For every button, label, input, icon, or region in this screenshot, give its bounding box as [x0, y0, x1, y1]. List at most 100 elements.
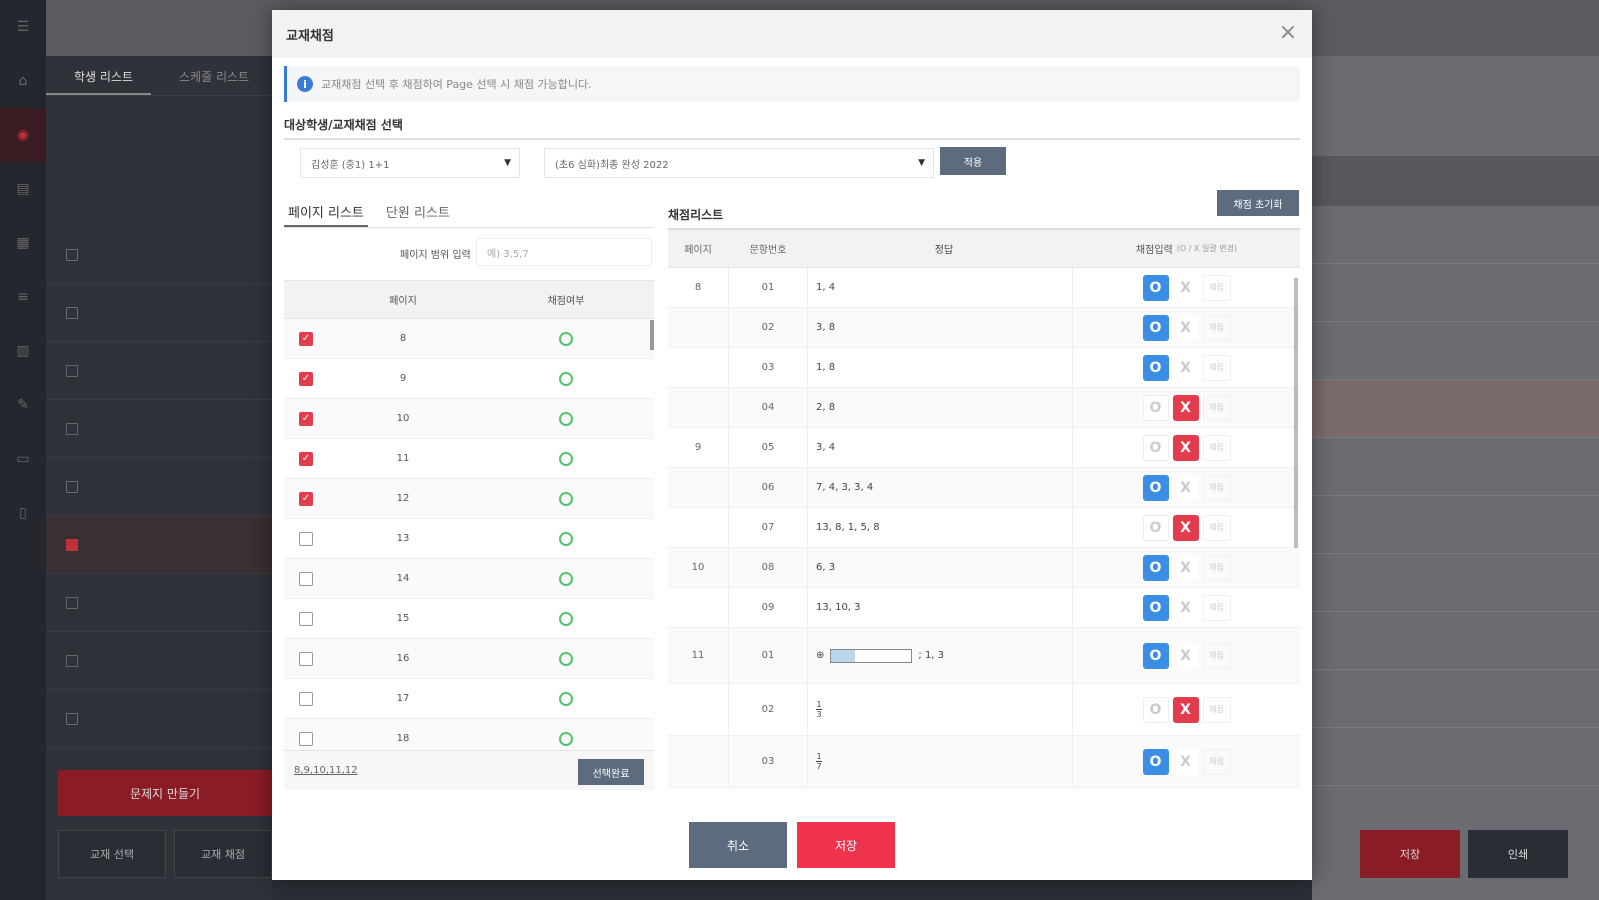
correct-button[interactable]: O — [1142, 748, 1169, 775]
student-icon[interactable]: ◉ — [0, 108, 46, 162]
wrong-button[interactable]: X — [1172, 314, 1199, 341]
correct-button[interactable]: O — [1142, 696, 1169, 723]
bg-save-button[interactable]: 저장 — [1360, 830, 1460, 878]
page-checkbox[interactable]: ✓ — [299, 451, 313, 466]
correct-button[interactable]: O — [1142, 274, 1169, 301]
correct-button[interactable]: O — [1142, 642, 1169, 669]
apply-button[interactable]: 적용 — [940, 147, 1006, 175]
wrong-button[interactable]: X — [1172, 514, 1199, 541]
student-row[interactable] — [46, 342, 272, 400]
mark-button[interactable]: 채점 — [1202, 696, 1231, 723]
close-icon[interactable]: × — [1276, 22, 1300, 46]
calendar-icon[interactable]: ▦ — [0, 216, 46, 270]
student-row[interactable] — [46, 226, 272, 284]
folder-icon[interactable]: ▭ — [0, 432, 46, 486]
page-checkbox[interactable] — [299, 611, 313, 626]
book-grade-button[interactable]: 교재 채점 — [174, 830, 272, 878]
page-row[interactable]: 15 — [284, 599, 654, 639]
student-row[interactable] — [46, 458, 272, 516]
page-checkbox[interactable]: ✓ — [299, 491, 313, 506]
page-checkbox[interactable]: ✓ — [299, 371, 313, 386]
wrong-button[interactable]: X — [1172, 474, 1199, 501]
page-checkbox[interactable]: ✓ — [299, 331, 313, 346]
wrong-button[interactable]: X — [1172, 554, 1199, 581]
mark-button[interactable]: 채점 — [1202, 748, 1231, 775]
mark-button[interactable]: 채점 — [1202, 514, 1231, 541]
reset-grading-button[interactable]: 채점 초기화 — [1217, 190, 1299, 216]
wrong-button[interactable]: X — [1172, 642, 1199, 669]
page-row[interactable]: ✓ 10 — [284, 399, 654, 439]
page-row[interactable]: ✓ 11 — [284, 439, 654, 479]
correct-button[interactable]: O — [1142, 314, 1169, 341]
mark-button[interactable]: 채점 — [1202, 354, 1231, 381]
mark-button[interactable]: 채점 — [1202, 554, 1231, 581]
mark-button[interactable]: 채점 — [1202, 474, 1231, 501]
wrong-button[interactable]: X — [1172, 274, 1199, 301]
modal-footer: 취소 저장 — [272, 810, 1312, 880]
mark-button[interactable]: 채점 — [1202, 314, 1231, 341]
page-row[interactable]: ✓ 12 — [284, 479, 654, 519]
mark-button[interactable]: 채점 — [1202, 594, 1231, 621]
page-row[interactable]: 18 — [284, 719, 654, 750]
page-row[interactable]: 13 — [284, 519, 654, 559]
mark-button[interactable]: 채점 — [1202, 394, 1231, 421]
menu-icon[interactable]: ☰ — [0, 0, 46, 54]
wrong-button[interactable]: X — [1172, 434, 1199, 461]
edit-icon[interactable]: ✎ — [0, 378, 46, 432]
page-checkbox[interactable] — [299, 691, 313, 706]
mark-button[interactable]: 채점 — [1202, 434, 1231, 461]
wrong-button[interactable]: X — [1172, 394, 1199, 421]
student-select[interactable]: 김성훈 (중1) 1+1 ▼ — [300, 148, 520, 178]
book-select[interactable]: (초6 심화)최종 완성 2022 ▼ — [544, 148, 934, 178]
student-row[interactable] — [46, 690, 272, 748]
student-row[interactable] — [46, 284, 272, 342]
page-row[interactable]: 17 — [284, 679, 654, 719]
mark-button[interactable]: 채점 — [1202, 274, 1231, 301]
tab-student-list[interactable]: 학생 리스트 — [46, 56, 152, 95]
list-icon[interactable]: ≡ — [0, 270, 46, 324]
correct-button[interactable]: O — [1142, 434, 1169, 461]
correct-button[interactable]: O — [1142, 474, 1169, 501]
page-checkbox[interactable] — [299, 571, 313, 586]
student-row[interactable] — [46, 400, 272, 458]
page-checkbox[interactable] — [299, 651, 313, 666]
select-complete-button[interactable]: 선택완료 — [578, 759, 644, 785]
tab-page-list[interactable]: 페이지 리스트 — [284, 196, 368, 227]
answer-text: ; 1, 3 — [918, 650, 945, 661]
correct-button[interactable]: O — [1142, 354, 1169, 381]
cancel-button[interactable]: 취소 — [689, 822, 787, 868]
save-button[interactable]: 저장 — [797, 822, 895, 868]
mark-button[interactable]: 채점 — [1202, 642, 1231, 669]
wrong-button[interactable]: X — [1172, 696, 1199, 723]
page-range-input[interactable]: 예) 3,5,7 — [476, 238, 652, 266]
tab-unit-list[interactable]: 단원 리스트 — [382, 196, 454, 227]
student-row[interactable] — [46, 574, 272, 632]
page-row[interactable]: 14 — [284, 559, 654, 599]
correct-button[interactable]: O — [1142, 514, 1169, 541]
correct-button[interactable]: O — [1142, 554, 1169, 581]
student-row[interactable] — [46, 516, 272, 574]
book-icon[interactable]: ▤ — [0, 162, 46, 216]
wrong-button[interactable]: X — [1172, 748, 1199, 775]
wrong-button[interactable]: X — [1172, 594, 1199, 621]
make-worksheet-button[interactable]: 문제지 만들기 — [58, 770, 272, 816]
correct-button[interactable]: O — [1142, 394, 1169, 421]
page-row[interactable]: ✓ 9 — [284, 359, 654, 399]
chart-icon[interactable]: ▥ — [0, 324, 46, 378]
book-select-button[interactable]: 교재 선택 — [58, 830, 166, 878]
page-checkbox[interactable]: ✓ — [299, 411, 313, 426]
home-icon[interactable]: ⌂ — [0, 54, 46, 108]
doc-icon[interactable]: ▯ — [0, 486, 46, 540]
student-row[interactable] — [46, 632, 272, 690]
page-number: 10 — [396, 413, 410, 424]
page-list-scrollbar[interactable] — [650, 320, 654, 350]
page-row[interactable]: 16 — [284, 639, 654, 679]
correct-button[interactable]: O — [1142, 594, 1169, 621]
grade-list-scrollbar[interactable] — [1294, 278, 1298, 548]
bg-print-button[interactable]: 인쇄 — [1468, 830, 1568, 878]
page-checkbox[interactable] — [299, 731, 313, 746]
page-row[interactable]: ✓ 8 — [284, 319, 654, 359]
wrong-button[interactable]: X — [1172, 354, 1199, 381]
tab-schedule-list[interactable]: 스케줄 리스트 — [151, 56, 267, 95]
page-checkbox[interactable] — [299, 531, 313, 546]
